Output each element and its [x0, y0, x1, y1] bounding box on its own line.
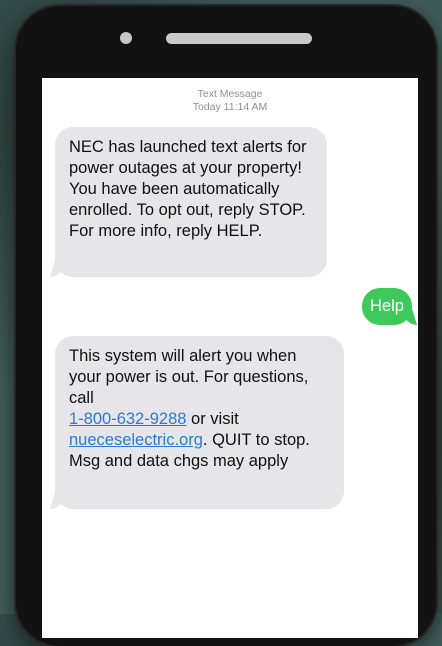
message-text: Help: [370, 297, 404, 315]
message-text-part: This system will alert you when your pow…: [69, 347, 309, 407]
conversation-header: Text Message Today 11:14 AM: [42, 88, 418, 114]
phone-frame: Text Message Today 11:14 AM NEC has laun…: [16, 6, 436, 646]
camera-dot-icon: [120, 32, 132, 44]
incoming-message-bubble: This system will alert you when your pow…: [55, 336, 344, 509]
message-text: NEC has launched text alerts for power o…: [69, 138, 307, 240]
header-timestamp: Today 11:14 AM: [192, 101, 268, 113]
outgoing-message-bubble: Help: [362, 288, 412, 325]
messages-screen: Text Message Today 11:14 AM NEC has laun…: [42, 78, 418, 638]
incoming-message-bubble: NEC has launched text alerts for power o…: [55, 127, 327, 277]
message-text-part: or visit: [186, 410, 239, 428]
website-link[interactable]: nueceselectric.org: [69, 431, 203, 449]
speaker-grille-icon: [166, 33, 312, 44]
header-label: Text Message: [197, 88, 263, 100]
phone-number-link[interactable]: 1-800-632-9288: [69, 410, 186, 428]
